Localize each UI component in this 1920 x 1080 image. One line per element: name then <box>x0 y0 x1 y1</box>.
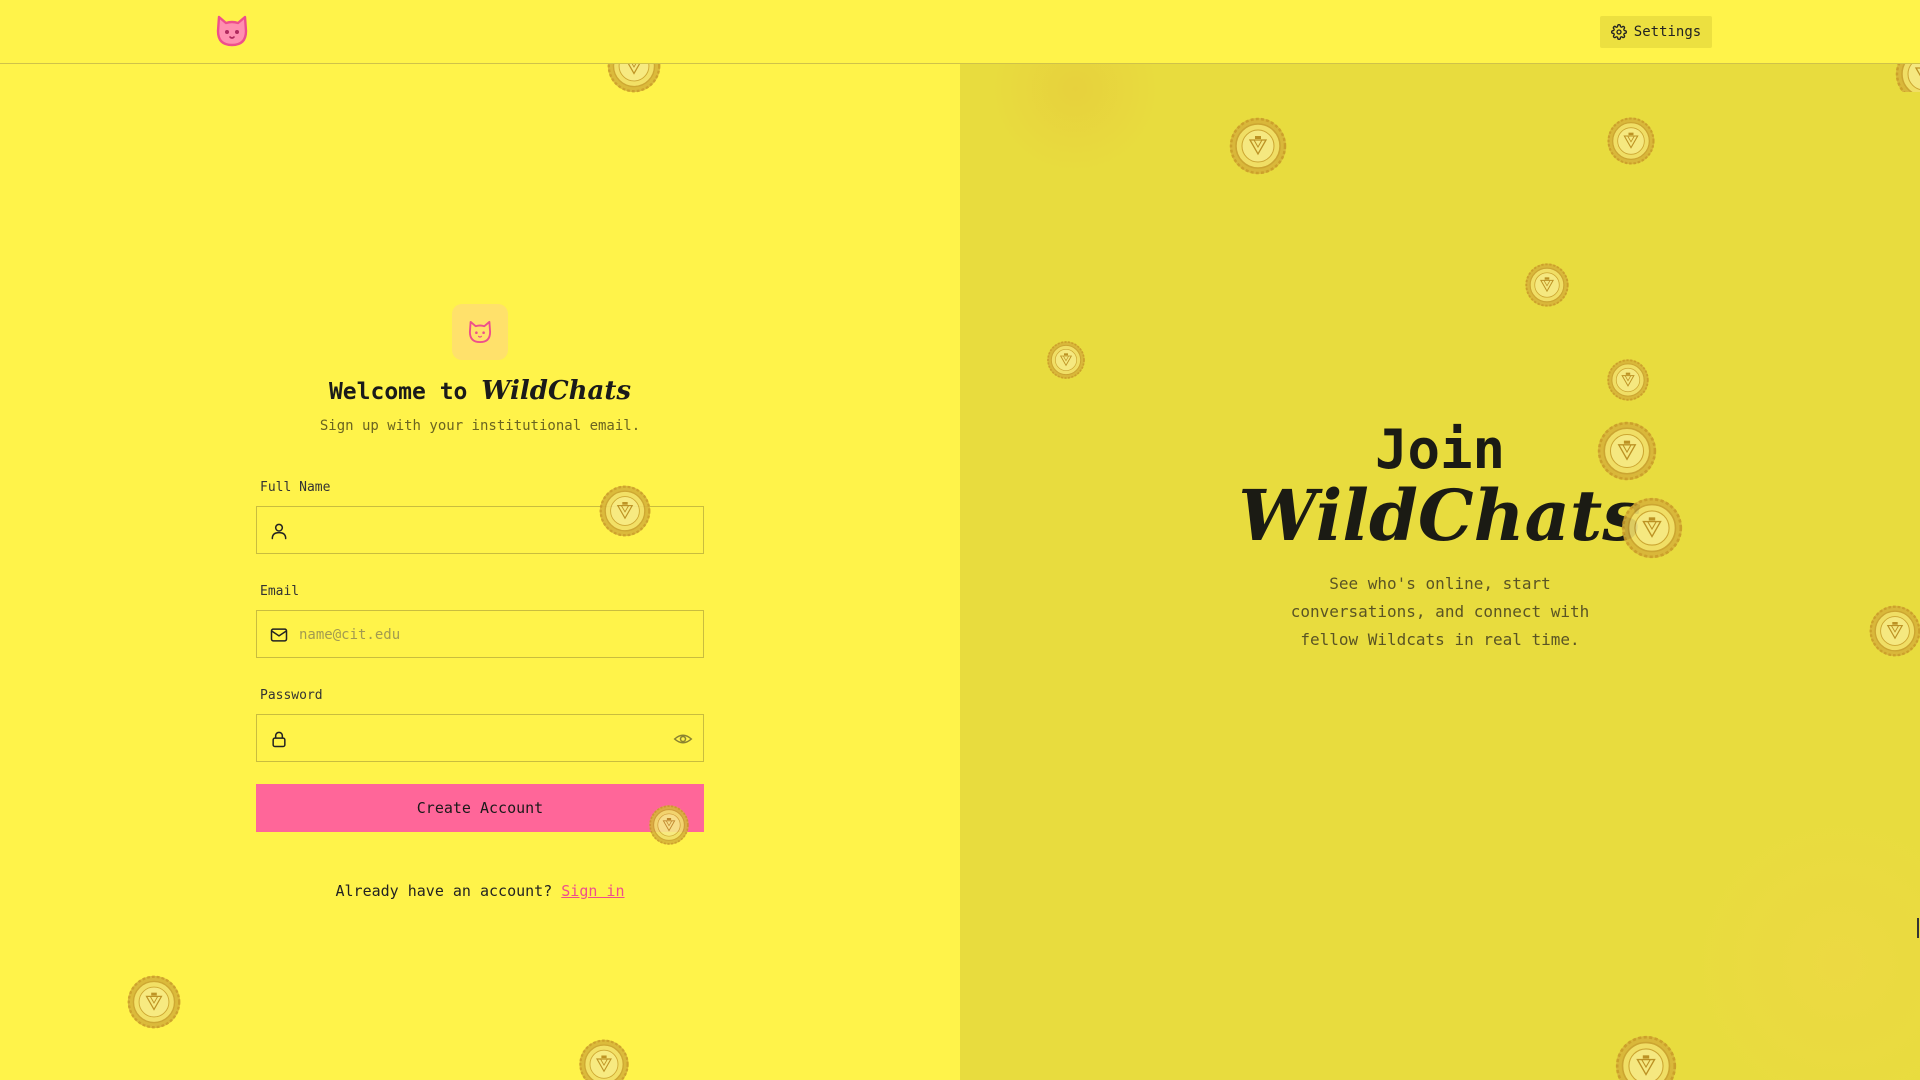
seal-icon <box>126 974 182 1030</box>
password-input[interactable] <box>297 715 661 763</box>
seal-icon <box>1596 420 1658 482</box>
mail-icon <box>270 628 288 642</box>
password-label: Password <box>260 688 323 703</box>
background-glow <box>990 64 1160 174</box>
seal-icon <box>1046 340 1086 380</box>
page-title: Welcome to WildChats <box>256 376 704 406</box>
seal-icon <box>1868 604 1920 658</box>
seal-icon <box>1228 116 1288 176</box>
email-label: Email <box>260 584 300 599</box>
welcome-prefix: Welcome to <box>328 379 468 405</box>
signup-page: Settings Welcome to WildChats Sign up wi… <box>0 0 1920 1080</box>
signup-panel: Welcome to WildChats Sign up with your i… <box>0 64 960 1080</box>
eye-icon[interactable] <box>673 729 693 749</box>
welcome-brand: WildChats <box>481 376 632 406</box>
cat-logo-icon[interactable] <box>214 13 250 49</box>
seal-icon <box>578 1038 630 1080</box>
page-subtitle: Sign up with your institutional email. <box>319 418 641 434</box>
full-name-label: Full Name <box>260 480 331 495</box>
gear-icon <box>1610 24 1627 40</box>
seal-icon <box>1606 358 1650 402</box>
email-field[interactable] <box>256 610 704 659</box>
password-field[interactable] <box>256 714 704 763</box>
seal-icon <box>1620 496 1684 560</box>
settings-button[interactable]: Settings <box>1600 16 1712 48</box>
seal-icon <box>1614 1034 1678 1080</box>
background-glow <box>1680 804 1920 1080</box>
signin-link[interactable]: Sign in <box>561 882 624 900</box>
seal-icon <box>648 804 690 846</box>
brand-tile <box>452 304 508 360</box>
hero-description: See who's online, start conversations, a… <box>1290 574 1590 649</box>
hero-brand: WildChats <box>1238 474 1642 557</box>
top-bar: Settings <box>0 0 1920 64</box>
text-cursor <box>1917 918 1919 938</box>
seal-icon <box>1524 262 1570 308</box>
settings-label: Settings <box>1633 24 1702 40</box>
email-input[interactable] <box>297 611 661 659</box>
lock-icon <box>272 731 286 748</box>
seal-icon <box>1606 116 1656 166</box>
signin-prompt: Already have an account? <box>335 882 553 900</box>
user-icon <box>271 523 287 540</box>
signin-row: Already have an account? Sign in <box>256 882 704 900</box>
cat-logo-icon <box>468 320 492 344</box>
seal-icon <box>598 484 652 538</box>
create-account-button[interactable]: Create Account <box>256 784 704 832</box>
